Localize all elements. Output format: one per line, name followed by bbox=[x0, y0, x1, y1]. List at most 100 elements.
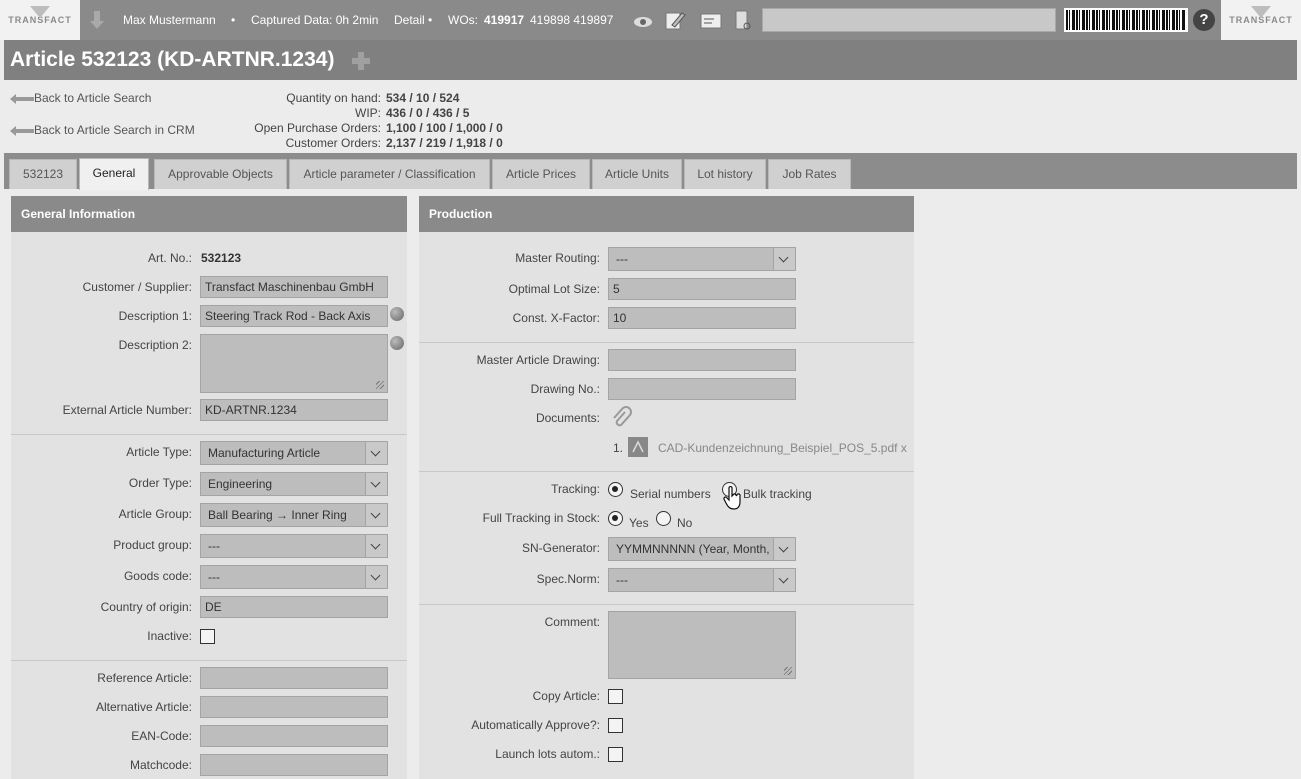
matchcode-field[interactable] bbox=[200, 754, 388, 776]
captured-data: Captured Data: 0h 2min bbox=[251, 13, 379, 27]
article-group-value: Ball Bearing → Inner Ring bbox=[208, 508, 347, 522]
message-icon[interactable] bbox=[700, 9, 722, 31]
description1-field[interactable]: Steering Track Rod - Back Axis bbox=[200, 305, 388, 327]
sn-generator-value: YYMMNNNNN (Year, Month, N bbox=[616, 542, 782, 556]
reference-article-label: Reference Article: bbox=[97, 671, 192, 685]
tab-job-rates[interactable]: Job Rates bbox=[768, 159, 851, 189]
tab-532123[interactable]: 532123 bbox=[9, 159, 77, 189]
detail-link[interactable]: Detail • bbox=[394, 13, 432, 27]
optimal-lot-size-field[interactable]: 5 bbox=[608, 278, 796, 300]
optimal-lot-size-label: Optimal Lot Size: bbox=[508, 282, 600, 296]
tab-general[interactable]: General bbox=[79, 158, 149, 190]
tab-article-prices[interactable]: Article Prices bbox=[492, 159, 590, 189]
wip-value: 436 / 0 / 436 / 5 bbox=[386, 106, 470, 120]
user-name[interactable]: Max Mustermann bbox=[123, 13, 216, 27]
sn-generator-label: SN-Generator: bbox=[521, 541, 600, 555]
page-title: Article 532123 (KD-ARTNR.1234) bbox=[10, 48, 335, 71]
order-type-value: Engineering bbox=[208, 477, 273, 491]
master-routing-select[interactable]: --- bbox=[608, 247, 796, 271]
search-input[interactable] bbox=[762, 8, 1056, 32]
customer-label: Customer / Supplier: bbox=[82, 280, 192, 294]
external-article-number-field[interactable]: KD-ARTNR.1234 bbox=[200, 399, 388, 421]
top-bar: TRANSFACT Max Mustermann • Captured Data… bbox=[0, 0, 1301, 40]
tab-lot-history[interactable]: Lot history bbox=[684, 159, 766, 189]
art-no-value: 532123 bbox=[201, 251, 242, 265]
paperclip-icon[interactable] bbox=[609, 406, 633, 430]
article-type-value: Manufacturing Article bbox=[208, 446, 321, 460]
full-tracking-label: Full Tracking in Stock: bbox=[482, 511, 600, 525]
tab-approvable-objects[interactable]: Approvable Objects bbox=[154, 159, 287, 189]
launch-lots-checkbox[interactable] bbox=[608, 747, 623, 762]
documents-label: Documents: bbox=[535, 411, 600, 425]
order-type-label: Order Type: bbox=[128, 476, 192, 490]
comment-field[interactable] bbox=[608, 611, 796, 679]
master-drawing-field[interactable] bbox=[608, 349, 796, 371]
sn-generator-select[interactable]: YYMMNNNNN (Year, Month, N bbox=[608, 537, 796, 561]
globe-icon[interactable] bbox=[390, 336, 404, 350]
goods-code-select[interactable]: --- bbox=[200, 565, 388, 589]
general-information-panel: General Information Art. No.: 532123 Cus… bbox=[11, 196, 407, 779]
description2-label: Description 2: bbox=[118, 338, 192, 352]
wos-label: WOs: bbox=[448, 13, 478, 27]
open-po-value: 1,100 / 100 / 1,000 / 0 bbox=[386, 121, 503, 135]
pdf-file-icon[interactable] bbox=[627, 436, 649, 458]
full-tracking-no-radio[interactable] bbox=[656, 511, 671, 526]
tracking-serial-label: Serial numbers bbox=[630, 487, 711, 501]
chevron-down-icon bbox=[365, 473, 387, 495]
description2-field[interactable] bbox=[200, 334, 388, 393]
wo-others[interactable]: 419898 419897 bbox=[530, 13, 613, 27]
auto-approve-checkbox[interactable] bbox=[608, 718, 623, 733]
edit-notes-icon[interactable] bbox=[664, 9, 686, 31]
divider bbox=[11, 434, 407, 435]
separator: • bbox=[231, 13, 236, 27]
barcode-icon[interactable] bbox=[1064, 8, 1188, 32]
document-tools-icon[interactable] bbox=[732, 9, 754, 31]
product-group-value: --- bbox=[208, 539, 220, 553]
customer-orders-label: Customer Orders: bbox=[285, 136, 381, 150]
full-tracking-yes-label: Yes bbox=[629, 516, 649, 530]
tab-article-parameter[interactable]: Article parameter / Classification bbox=[289, 159, 490, 189]
globe-icon[interactable] bbox=[390, 307, 404, 321]
matchcode-label: Matchcode: bbox=[129, 758, 192, 772]
chevron-down-icon bbox=[365, 442, 387, 464]
add-icon[interactable] bbox=[350, 50, 372, 72]
ean-code-field[interactable] bbox=[200, 725, 388, 747]
eye-icon[interactable] bbox=[632, 9, 654, 31]
divider bbox=[419, 604, 914, 605]
transfact-logo-left[interactable]: TRANSFACT bbox=[0, 0, 80, 40]
reference-article-field[interactable] bbox=[200, 667, 388, 689]
divider bbox=[11, 660, 407, 661]
spec-norm-select[interactable]: --- bbox=[608, 568, 796, 592]
wo-active[interactable]: 419917 bbox=[484, 13, 524, 27]
tracking-serial-radio[interactable] bbox=[608, 482, 623, 497]
tab-article-units[interactable]: Article Units bbox=[592, 159, 682, 189]
order-type-select[interactable]: Engineering bbox=[200, 472, 388, 496]
customer-field[interactable]: Transfact Maschinenbau GmbH bbox=[200, 276, 388, 298]
chevron-down-icon bbox=[365, 535, 387, 557]
x-factor-field[interactable]: 10 bbox=[608, 307, 796, 329]
chevron-down-icon bbox=[365, 504, 387, 526]
download-arrow-icon[interactable] bbox=[86, 9, 108, 31]
help-icon[interactable]: ? bbox=[1193, 9, 1215, 31]
alternative-article-field[interactable] bbox=[200, 696, 388, 718]
qty-on-hand-label: Quantity on hand: bbox=[286, 91, 381, 105]
external-article-number-label: External Article Number: bbox=[62, 403, 192, 417]
customer-orders-value: 2,137 / 219 / 1,918 / 0 bbox=[386, 136, 503, 150]
spec-norm-label: Spec.Norm: bbox=[536, 572, 600, 586]
hand-cursor-icon bbox=[723, 486, 741, 510]
qty-on-hand-value: 534 / 10 / 524 bbox=[386, 91, 460, 105]
x-factor-label: Const. X-Factor: bbox=[512, 311, 600, 325]
article-type-select[interactable]: Manufacturing Article bbox=[200, 441, 388, 465]
document-link[interactable]: CAD-Kundenzeichnung_Beispiel_POS_5.pdf x bbox=[658, 441, 914, 455]
product-group-select[interactable]: --- bbox=[200, 534, 388, 558]
full-tracking-yes-radio[interactable] bbox=[608, 511, 623, 526]
auto-approve-label: Automatically Approve?: bbox=[471, 718, 600, 732]
alternative-article-label: Alternative Article: bbox=[95, 700, 192, 714]
country-of-origin-field[interactable]: DE bbox=[200, 596, 388, 618]
chevron-down-icon bbox=[773, 538, 795, 560]
copy-article-checkbox[interactable] bbox=[608, 689, 623, 704]
production-panel: Production Master Routing: --- Optimal L… bbox=[419, 196, 914, 779]
drawing-no-field[interactable] bbox=[608, 378, 796, 400]
article-group-select[interactable]: Ball Bearing → Inner Ring bbox=[200, 503, 388, 527]
inactive-checkbox[interactable] bbox=[200, 629, 215, 644]
